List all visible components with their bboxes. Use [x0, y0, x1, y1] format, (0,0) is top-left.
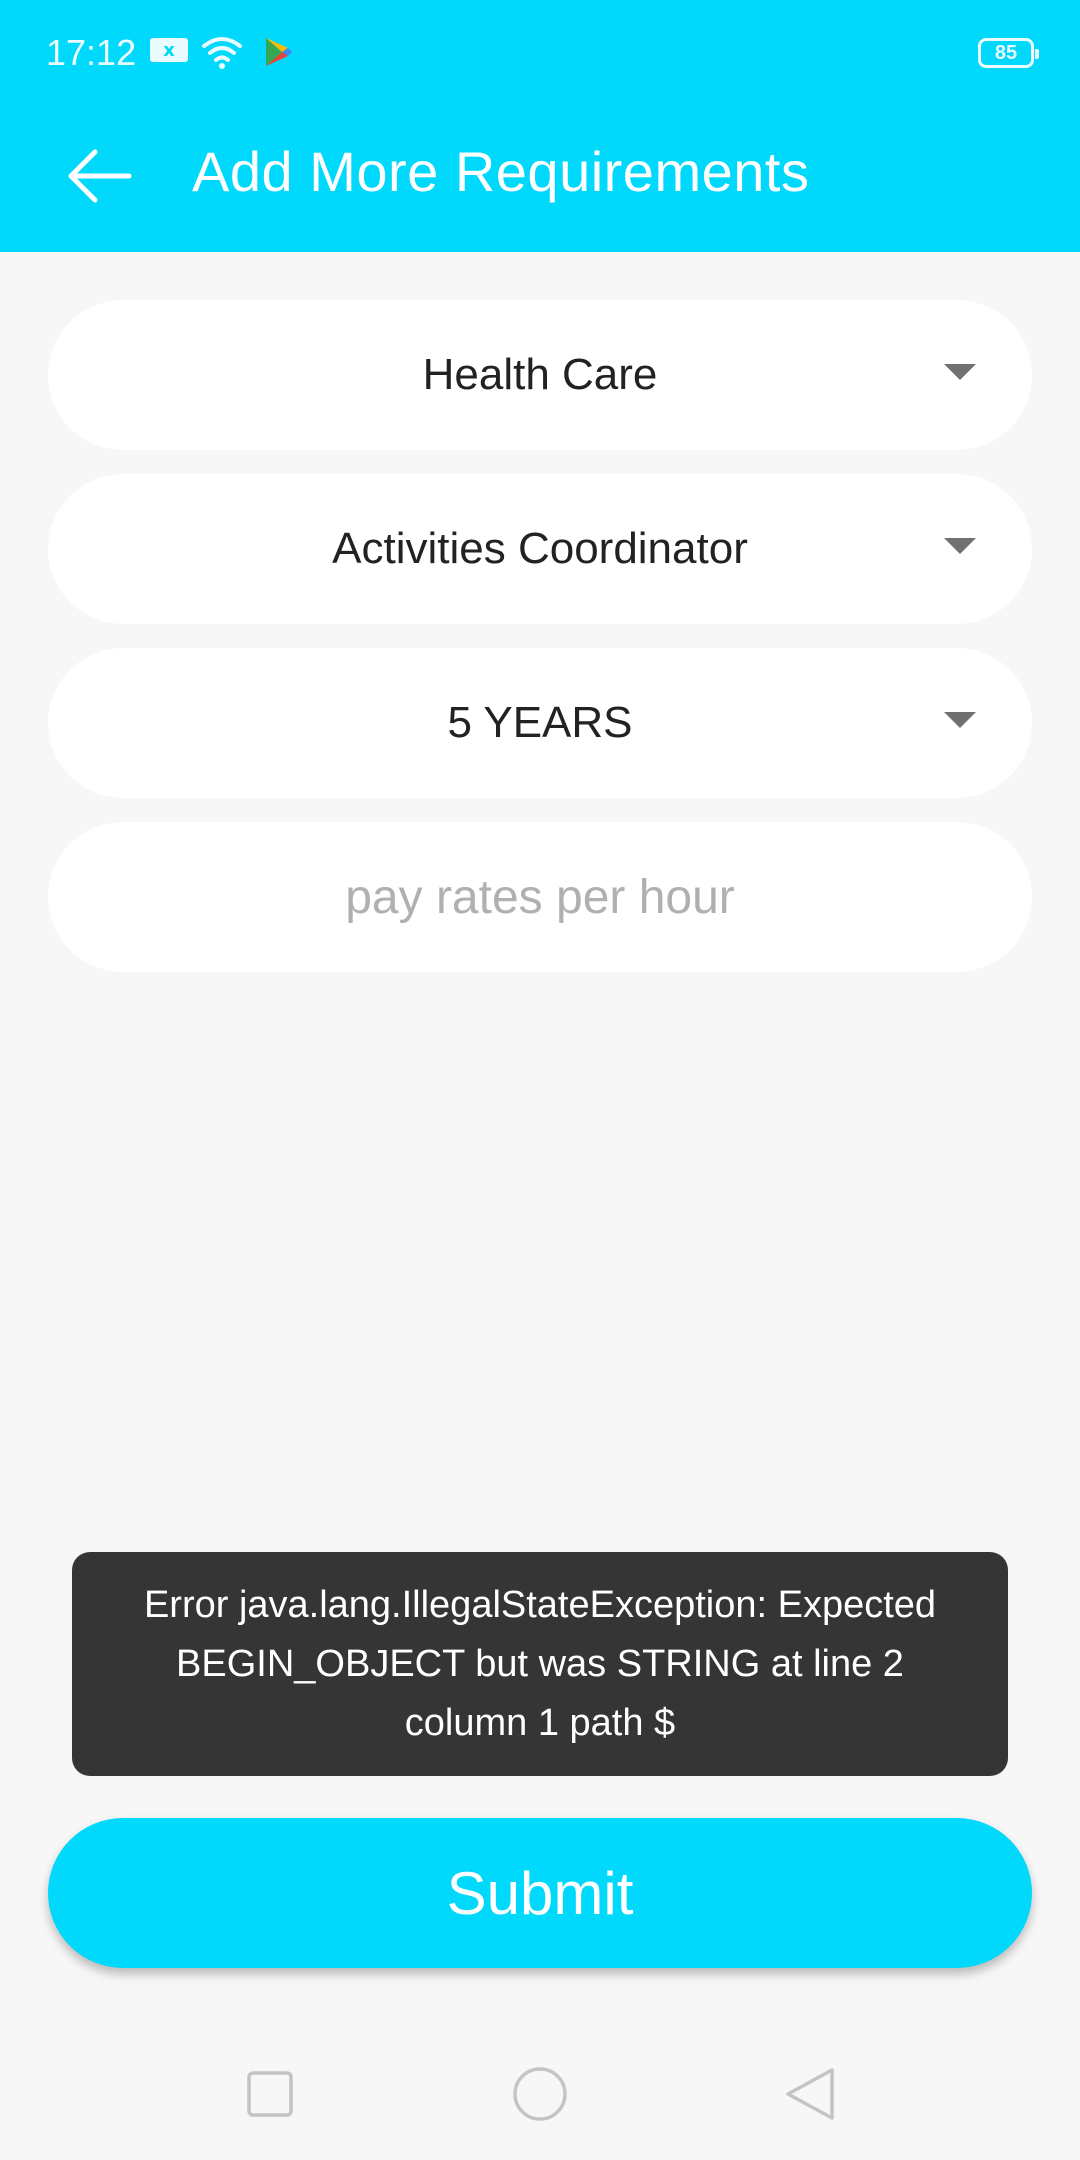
sim-icon: x: [148, 34, 190, 71]
pay-rate-input[interactable]: [48, 869, 1032, 925]
chevron-down-icon: [944, 538, 976, 554]
wifi-icon: [200, 34, 244, 75]
experience-selected-value: 5 YEARS: [447, 698, 633, 747]
status-bar: 17:12 x 85: [0, 0, 1080, 110]
play-store-icon: [262, 34, 294, 75]
arrow-left-icon: [68, 149, 132, 203]
error-toast: Error java.lang.IllegalStateException: E…: [72, 1552, 1008, 1776]
chevron-down-icon: [944, 364, 976, 380]
page-title: Add More Requirements: [192, 140, 810, 203]
battery-icon: 85: [978, 38, 1039, 68]
experience-dropdown[interactable]: 5 YEARS: [48, 648, 1032, 798]
pay-rate-field[interactable]: [48, 822, 1032, 972]
submit-button[interactable]: Submit: [48, 1818, 1032, 1968]
back-icon[interactable]: [780, 2064, 840, 2129]
recents-icon[interactable]: [240, 2064, 300, 2129]
role-dropdown[interactable]: Activities Coordinator: [48, 474, 1032, 624]
svg-text:x: x: [163, 40, 175, 61]
category-dropdown[interactable]: Health Care: [48, 300, 1032, 450]
back-button[interactable]: [60, 136, 140, 216]
category-selected-value: Health Care: [422, 350, 658, 399]
home-icon[interactable]: [508, 2064, 572, 2129]
system-nav-bar: [0, 2032, 1080, 2160]
app-header: 17:12 x 85 Add More Requirements: [0, 0, 1080, 252]
status-time: 17:12: [46, 32, 137, 73]
toast-message: Error java.lang.IllegalStateException: E…: [143, 1583, 937, 1744]
role-selected-value: Activities Coordinator: [332, 524, 748, 573]
chevron-down-icon: [944, 712, 976, 728]
toolbar: Add More Requirements: [0, 110, 1080, 252]
